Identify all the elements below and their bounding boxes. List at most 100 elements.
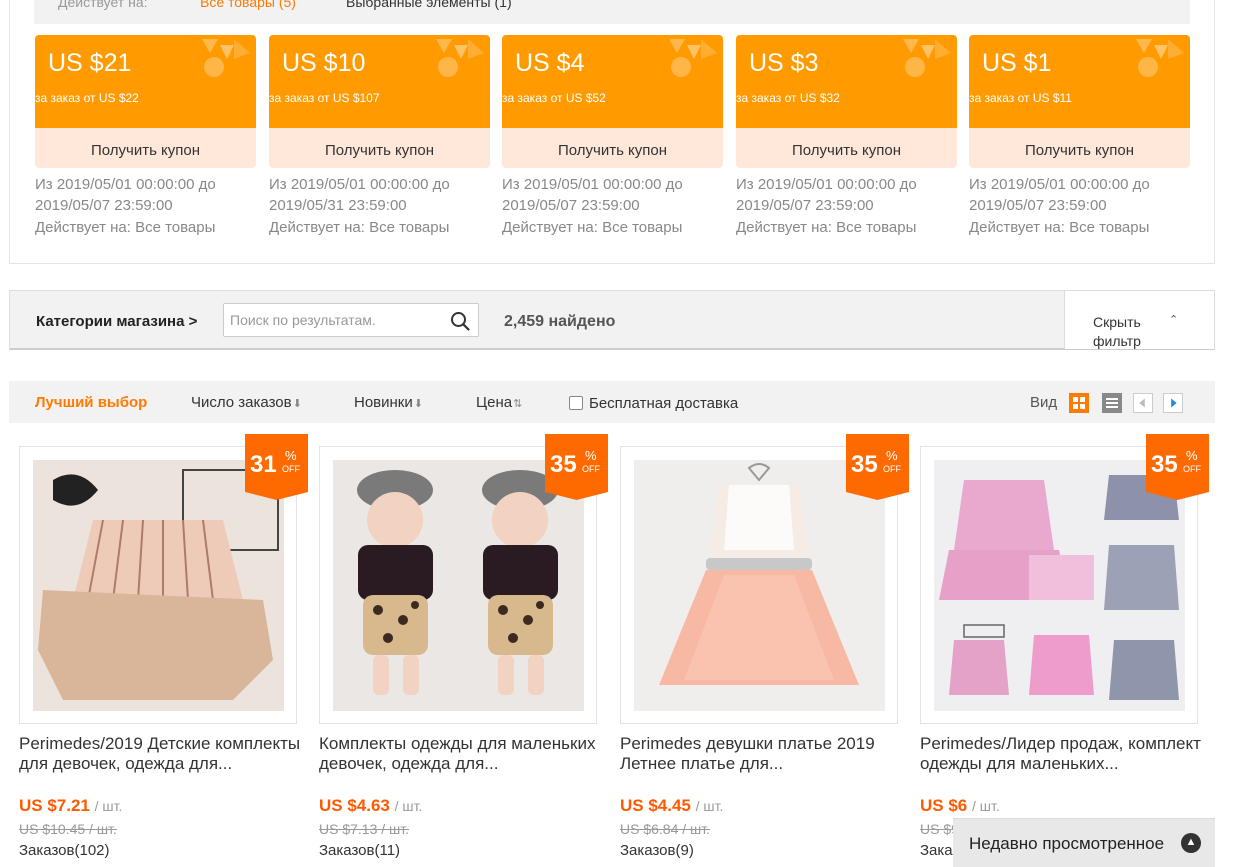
coupon-applies: Действует на: Все товары [35,219,216,236]
sort-best-match[interactable]: Лучший выбор [35,394,147,411]
coupon-amount: US $10 [282,49,366,77]
product-orders: Заказов(102) [19,842,110,859]
price-unit: / шт. [971,798,1000,814]
product-image-frame[interactable]: 31% OFF [19,434,308,724]
sort-updown-icon: ⇅ [513,398,523,410]
free-shipping-label: Бесплатная доставка [589,395,739,412]
coupon-min-order: за заказ от US $52 [502,91,606,105]
product-title[interactable]: Perimedes/2019 Детские комплекты для дев… [19,734,304,774]
coupon-min-order: за заказ от US $11 [969,91,1072,105]
coupon-card: US $4 за заказ от US $52 Получить купон … [502,35,723,238]
hide-filter-button[interactable]: Скрыть фильтр ⌃ [1064,291,1214,349]
sort-price[interactable]: Цена⇅ [476,394,522,411]
coupon-period: Из 2019/05/01 00:00:00 до 2019/05/07 23:… [35,176,216,214]
product-image-frame[interactable]: 35% OFF [620,434,909,724]
coupon-decoration-icon [202,39,250,77]
discount-badge: 35 %OFF [1146,434,1209,500]
product-price: US $4.63 / шт. [319,796,422,816]
discount-percent: % [886,448,898,463]
product-price: US $4.45 / шт. [620,796,723,816]
product-image-frame[interactable]: 35% OFF [319,434,608,724]
get-coupon-button[interactable]: Получить купон [269,128,490,168]
coupon-amount: US $3 [749,49,819,77]
coupon-header: US $4 за заказ от US $52 [502,35,723,128]
price-unit: / шт. [94,798,123,814]
coupon-period: Из 2019/05/01 00:00:00 до 2019/05/07 23:… [736,176,917,214]
discount-percent: % [585,448,597,463]
coupon-applies: Действует на: Все товары [502,219,683,236]
sort-bar: Лучший выбор Число заказов⬇ Новинки⬇ Цен… [9,381,1215,423]
get-coupon-button[interactable]: Получить купон [502,128,723,168]
arrow-down-icon: ⬇ [413,398,423,410]
coupon-decoration-icon [903,39,951,77]
coupon-decoration-icon [669,39,717,77]
coupon-amount: US $4 [515,49,585,77]
product-old-price: US $7.13 / шт. [319,821,410,837]
price-value: US $7.21 [19,796,90,815]
price-value: US $4.45 [620,796,691,815]
store-categories-link[interactable]: Категории магазина > [36,313,197,330]
applies-strip: Действует на: Все товары (5) Выбранные э… [34,0,1190,24]
coupon-applies: Действует на: Все товары [269,219,450,236]
coupon-decoration-icon [1136,39,1184,77]
grid-view-icon[interactable] [1069,393,1089,413]
search-icon[interactable] [450,311,470,331]
sort-price-label: Цена [476,394,513,411]
all-items-link[interactable]: Все товары (5) [200,0,296,10]
sort-orders[interactable]: Число заказов⬇ [191,394,302,411]
filter-bar: Категории магазина > 2,459 найдено Скрыт… [9,290,1215,350]
coupon-header: US $1 за заказ от US $11 [969,35,1190,128]
chevron-right-icon[interactable] [1163,393,1183,413]
sort-new[interactable]: Новинки⬇ [354,394,423,411]
price-value: US $6 [920,796,968,815]
view-label: Вид [1030,394,1058,411]
coupon-amount: US $21 [48,49,132,77]
price-unit: / шт. [695,798,724,814]
sort-new-label: Новинки [354,394,413,411]
coupon-applies: Действует на: Все товары [736,219,917,236]
selected-items-link[interactable]: Выбранные элементы (1) [346,0,512,10]
product-image-frame[interactable]: 35% OFF [920,434,1209,724]
coupon-min-order: за заказ от US $22 [35,91,139,105]
list-view-icon[interactable] [1102,393,1122,413]
coupon-period: Из 2019/05/01 00:00:00 до 2019/05/07 23:… [502,176,683,214]
recently-viewed-label: Недавно просмотренное [969,834,1165,853]
discount-off: OFF [282,464,300,474]
discount-value: 35 [550,451,577,478]
get-coupon-button[interactable]: Получить купон [969,128,1190,168]
coupon-card: US $3 за заказ от US $32 Получить купон … [736,35,957,238]
product-title[interactable]: Perimedes девушки платье 2019 Летнее пла… [620,734,905,774]
chevron-left-icon[interactable] [1133,393,1153,413]
coupon-period: Из 2019/05/01 00:00:00 до 2019/05/07 23:… [969,176,1150,214]
product-old-price: US $10.45 / шт. [19,821,117,837]
discount-value: 35 [1151,451,1178,478]
product-old-price: US $6.84 / шт. [620,821,711,837]
discount-badge: 31 %OFF [245,434,308,500]
discount-badge: 35 %OFF [545,434,608,500]
product-orders: Заказов(9) [620,842,694,859]
coupon-panel: US $21 за заказ от US $22 Получить купон… [9,0,1215,264]
discount-percent: % [285,448,297,463]
get-coupon-button[interactable]: Получить купон [35,128,256,168]
recently-viewed-bar[interactable]: Недавно просмотренное ▲ [953,818,1215,867]
coupon-decoration-icon [436,39,484,77]
get-coupon-button[interactable]: Получить купон [736,128,957,168]
free-shipping-checkbox[interactable] [569,396,583,410]
arrow-down-icon: ⬇ [292,398,302,410]
coupon-period: Из 2019/05/01 00:00:00 до 2019/05/31 23:… [269,176,450,214]
coupon-min-order: за заказ от US $32 [736,91,840,105]
price-unit: / шт. [394,798,423,814]
discount-off: OFF [883,464,901,474]
discount-value: 35 [851,451,878,478]
search-input[interactable] [230,305,448,335]
sort-orders-label: Число заказов [191,394,292,411]
coupon-min-order: за заказ от US $107 [269,91,380,105]
search-box [223,303,479,337]
free-shipping-filter[interactable]: Бесплатная доставка [569,395,738,412]
discount-value: 31 [250,451,277,478]
coupon-header: US $10 за заказ от US $107 [269,35,490,128]
chevron-up-icon[interactable]: ▲ [1181,833,1201,853]
product-title[interactable]: Комплекты одежды для маленьких девочек, … [319,734,604,774]
discount-percent: % [1186,448,1198,463]
product-title[interactable]: Perimedes/Лидер продаж, комплект одежды … [920,734,1205,774]
